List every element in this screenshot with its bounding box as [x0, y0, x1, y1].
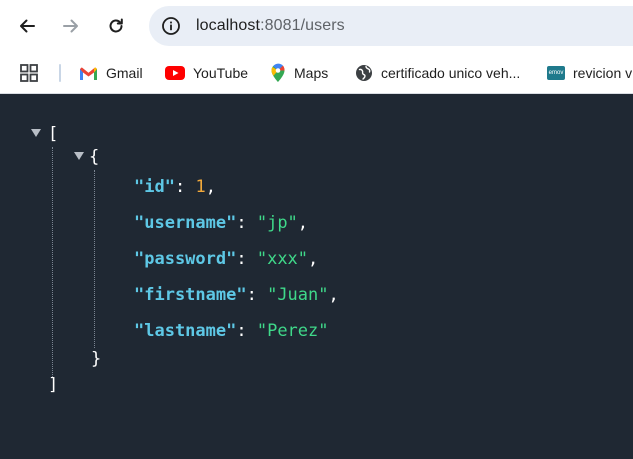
collapse-object-toggle-icon[interactable]: [74, 152, 84, 160]
bookmark-certificado[interactable]: certificado unico veh...: [355, 62, 520, 84]
array-open-bracket: [: [48, 124, 59, 144]
json-value: 1: [195, 177, 206, 197]
json-separator: :: [246, 285, 268, 305]
arrow-left-icon: [20, 19, 35, 33]
arrow-right-icon: [63, 19, 78, 33]
json-comma: ,: [328, 285, 339, 305]
json-field-id: "id": 1,: [134, 176, 216, 198]
bookmark-label: revicion v: [573, 65, 633, 81]
bookmark-youtube[interactable]: YouTube: [165, 62, 248, 84]
address-bar[interactable]: localhost:8081/users: [149, 6, 633, 46]
site-info-button[interactable]: [157, 12, 185, 40]
json-field-firstname: "firstname": "Juan",: [134, 284, 339, 306]
object-indent-guide: [94, 170, 95, 348]
json-field-lastname: "lastname": "Perez": [134, 320, 329, 342]
json-key: "firstname": [134, 285, 247, 305]
json-field-password: "password": "xxx",: [134, 248, 318, 270]
json-value: "jp": [256, 213, 298, 233]
collapse-array-toggle-icon[interactable]: [31, 129, 41, 137]
json-comma: ,: [205, 177, 216, 197]
bookmark-label: YouTube: [193, 65, 249, 81]
json-key: "id": [134, 177, 175, 197]
url-port-path: :8081/users: [260, 17, 345, 34]
json-key: "lastname": [134, 321, 237, 341]
bookmark-gmail[interactable]: Gmail: [79, 62, 143, 84]
apps-grid-icon[interactable]: [20, 64, 38, 82]
browser-toolbar: localhost:8081/users: [0, 0, 633, 52]
object-close-brace: }: [91, 349, 102, 369]
maps-icon: [271, 63, 285, 82]
url-text[interactable]: localhost:8081/users: [196, 17, 345, 35]
json-comma: ,: [308, 249, 319, 269]
json-value: "Perez": [256, 321, 329, 341]
json-value: "Juan": [267, 285, 329, 305]
forward-button[interactable]: [55, 10, 87, 42]
bookmark-revicion[interactable]: emov revicion v: [547, 62, 632, 84]
json-separator: :: [236, 321, 257, 341]
bookmark-label: Gmail: [106, 65, 143, 81]
reload-button[interactable]: [100, 10, 132, 42]
array-indent-guide: [52, 147, 53, 377]
back-button[interactable]: [11, 10, 43, 42]
json-key: "username": [134, 213, 237, 233]
json-key: "password": [134, 249, 237, 269]
json-separator: :: [236, 213, 257, 233]
json-comma: ,: [297, 213, 309, 233]
json-separator: :: [174, 177, 196, 197]
info-icon: [162, 17, 180, 35]
url-host: localhost: [196, 17, 261, 34]
gmail-icon: [80, 66, 97, 80]
reload-icon: [109, 18, 123, 33]
json-separator: :: [236, 249, 257, 269]
json-value: "xxx": [256, 249, 309, 269]
globe-icon: [356, 65, 372, 81]
json-viewer: [ { "id": 1, "username": "jp", "password…: [0, 95, 633, 459]
bookmarks-separator: [59, 64, 61, 82]
emov-icon: emov: [547, 66, 565, 80]
bookmark-maps[interactable]: Maps: [270, 62, 328, 84]
object-open-brace: {: [89, 147, 100, 167]
bookmark-label: certificado unico veh...: [381, 65, 521, 81]
bookmarks-bar: Gmail YouTube Maps certificado unico veh…: [0, 52, 633, 94]
bookmark-label: Maps: [294, 65, 329, 81]
youtube-icon: [165, 66, 185, 80]
array-close-bracket: ]: [48, 375, 59, 395]
json-field-username: "username": "jp",: [134, 212, 308, 234]
